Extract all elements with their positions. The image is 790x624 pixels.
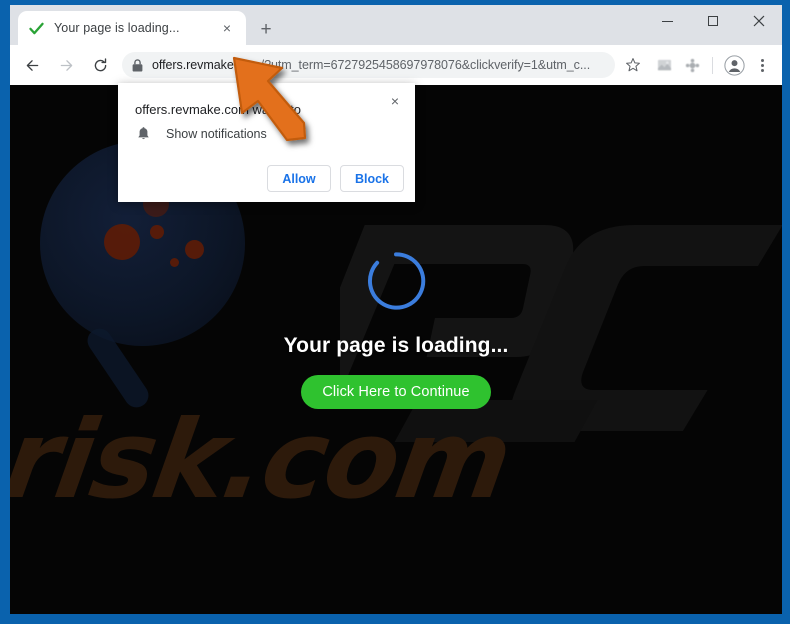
page-heading: Your page is loading... [283,334,509,357]
bell-icon [138,127,149,140]
permission-label: Show notifications [166,126,267,141]
block-button[interactable]: Block [340,165,404,192]
maximize-button[interactable] [690,5,736,37]
minimize-icon [661,20,673,22]
notification-permission-dialog: offers.revmake.com wants to × Show notif… [118,83,415,202]
tab-strip: Your page is loading... × + [10,5,782,45]
extension-icon-2[interactable] [679,52,705,78]
menu-dot [760,68,764,72]
extension-icon-1[interactable] [651,52,677,78]
reload-icon [94,57,106,71]
url-query: /?utm_term=6727925458697978076&clickveri… [260,58,591,72]
green-check-icon [29,22,44,34]
browser-toolbar: offers.revmake.com/?utm_term=67279254586… [10,45,782,85]
forward-button[interactable] [52,51,80,79]
close-icon [753,15,765,27]
address-bar[interactable]: offers.revmake.com/?utm_term=67279254586… [122,52,615,78]
screenshot-root: Your page is loading... × + offers.revma… [0,0,790,624]
minimize-button[interactable] [644,5,690,37]
browser-tab-active[interactable]: Your page is loading... × [18,11,246,45]
back-arrow-icon [26,59,38,71]
bookmark-star-icon [626,58,640,72]
permission-row: Show notifications [137,126,267,141]
bookmark-button[interactable] [619,51,647,79]
close-button[interactable] [736,5,782,37]
permission-actions: Allow Block [267,165,404,192]
lock-icon [124,52,150,78]
tab-close-icon[interactable]: × [218,19,236,37]
loading-spinner-icon [367,252,426,310]
forward-arrow-icon [60,59,72,71]
url-domain: offers.revmake.com [152,58,261,72]
permission-origin-text: offers.revmake.com wants to [135,102,301,117]
tab-title: Your page is loading... [54,21,180,35]
new-tab-button[interactable]: + [254,17,278,41]
menu-dot [760,63,764,67]
address-bar-text: offers.revmake.com/?utm_term=67279254586… [150,58,615,72]
toolbar-separator [712,56,713,74]
profile-avatar-icon [723,54,745,76]
click-here-to-continue-button[interactable]: Click Here to Continue [301,375,491,409]
maximize-icon [708,16,718,26]
reload-button[interactable] [86,51,114,79]
lock-glyph [132,58,142,71]
allow-button[interactable]: Allow [267,165,331,192]
permission-close-icon[interactable]: × [384,90,406,112]
three-dot-menu-icon [760,58,764,62]
browser-window: Your page is loading... × + offers.revma… [10,5,782,614]
back-button[interactable] [18,51,46,79]
extension-icon [657,59,671,70]
extension-icon [685,58,699,72]
browser-menu-button[interactable] [748,51,776,79]
profile-avatar-button[interactable] [720,51,748,79]
